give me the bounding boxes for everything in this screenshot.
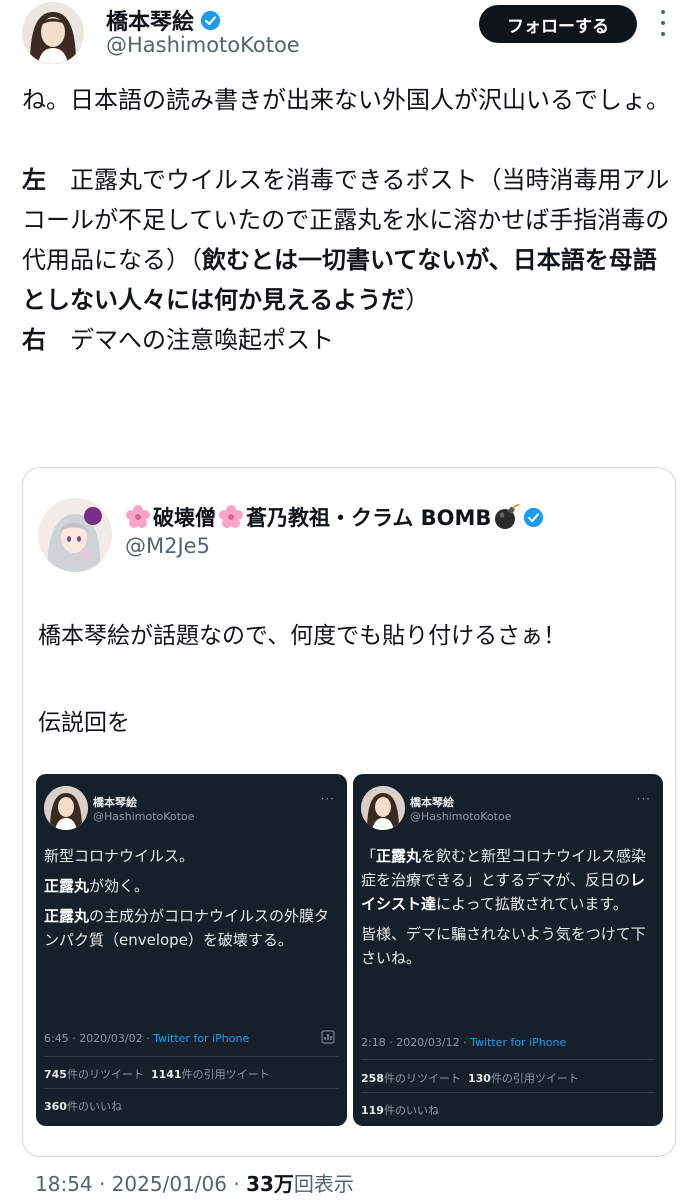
tweet-left-paragraph: 左正露丸でウイルスを消毒できるポスト（当時消毒用アルコールが不足していたので正露… xyxy=(22,160,672,320)
quote-tweet[interactable]: 破壊僧 蒼乃教祖・クラム BOMB @M2Je5 橋本琴絵が話題なので、何度でも… xyxy=(22,467,676,1157)
attached-screenshot-left[interactable]: 橋本琴絵 @HashimotoKotoe ··· 新型コロナウイルス。 正露丸が… xyxy=(36,774,347,1126)
bomb-icon xyxy=(495,504,521,529)
tweet-timestamp[interactable]: 18:54 · 2025/01/06 · 33万回表示 xyxy=(35,1168,354,1197)
tweet-line-1: ね。日本語の読み書きが出来ない外国人が沢山いるでしょ。 xyxy=(22,86,670,114)
more-dots-icon[interactable] xyxy=(652,10,674,36)
shot-author-name: 橋本琴絵 xyxy=(410,796,454,809)
shot-avatar xyxy=(44,786,88,830)
tweet-text: ね。日本語の読み書きが出来ない外国人が沢山いるでしょ。 左正露丸でウイルスを消毒… xyxy=(22,80,672,360)
shot-retweet-stats: 258件のリツイート 130件の引用ツイート xyxy=(361,1072,579,1085)
cherry-blossom-icon xyxy=(219,505,243,528)
shot-text: 新型コロナウイルス。 正露丸が効く。 正露丸の主成分がコロナウイルスの外膜タンパ… xyxy=(44,847,330,949)
shot-author-handle: @HashimotoKotoe xyxy=(410,810,512,823)
author-avatar[interactable] xyxy=(22,2,84,64)
left-tag: 左 xyxy=(22,166,46,194)
shot-like-stats: 119件のいいね xyxy=(361,1104,439,1117)
view-count: 33万 xyxy=(246,1172,294,1196)
quote-text-line-1: 橋本琴絵が話題なので、何度でも貼り付けるさぁ！ xyxy=(38,623,567,649)
shot-timestamp: 6:45 · 2020/03/02 · Twitter for iPhone xyxy=(44,1032,250,1045)
shot-timestamp: 2:18 · 2020/03/12 · Twitter for iPhone xyxy=(361,1036,567,1049)
quote-avatar xyxy=(38,498,112,572)
shot-text: 「正露丸を飲むと新型コロナウイルス感染症を治療できる」とするデマが、反日のレイシ… xyxy=(361,847,647,967)
attached-screenshot-right[interactable]: 橋本琴絵 @HashimotoKotoe ··· 「正露丸を飲むと新型コロナウイ… xyxy=(353,774,663,1126)
shot-author-handle: @HashimotoKotoe xyxy=(93,810,195,823)
quote-author-name: 破壊僧 蒼乃教祖・クラム BOMB xyxy=(125,502,544,532)
cherry-blossom-icon xyxy=(126,505,150,528)
author-name[interactable]: 橋本琴絵 xyxy=(106,4,221,36)
quote-author-handle: @M2Je5 xyxy=(125,534,210,558)
author-handle[interactable]: @HashimotoKotoe xyxy=(106,33,300,57)
shot-author-name: 橋本琴絵 xyxy=(93,796,137,809)
right-tag: 右 xyxy=(22,326,46,354)
analytics-icon xyxy=(321,1030,335,1044)
shot-avatar xyxy=(361,786,405,830)
verified-badge-icon xyxy=(524,507,544,527)
more-dots-icon: ··· xyxy=(320,792,335,806)
follow-button[interactable]: フォローする xyxy=(479,5,637,43)
verified-badge-icon xyxy=(200,10,221,30)
quote-text-line-2: 伝説回を xyxy=(38,710,130,736)
shot-retweet-stats: 745件のリツイート 1141件の引用ツイート xyxy=(44,1068,270,1081)
tweet-header: 橋本琴絵 @HashimotoKotoe フォローする xyxy=(0,0,696,66)
shot-like-stats: 360件のいいね xyxy=(44,1100,122,1113)
tweet-right-paragraph: 右デマへの注意喚起ポスト xyxy=(22,320,672,360)
more-dots-icon: ··· xyxy=(636,792,651,806)
